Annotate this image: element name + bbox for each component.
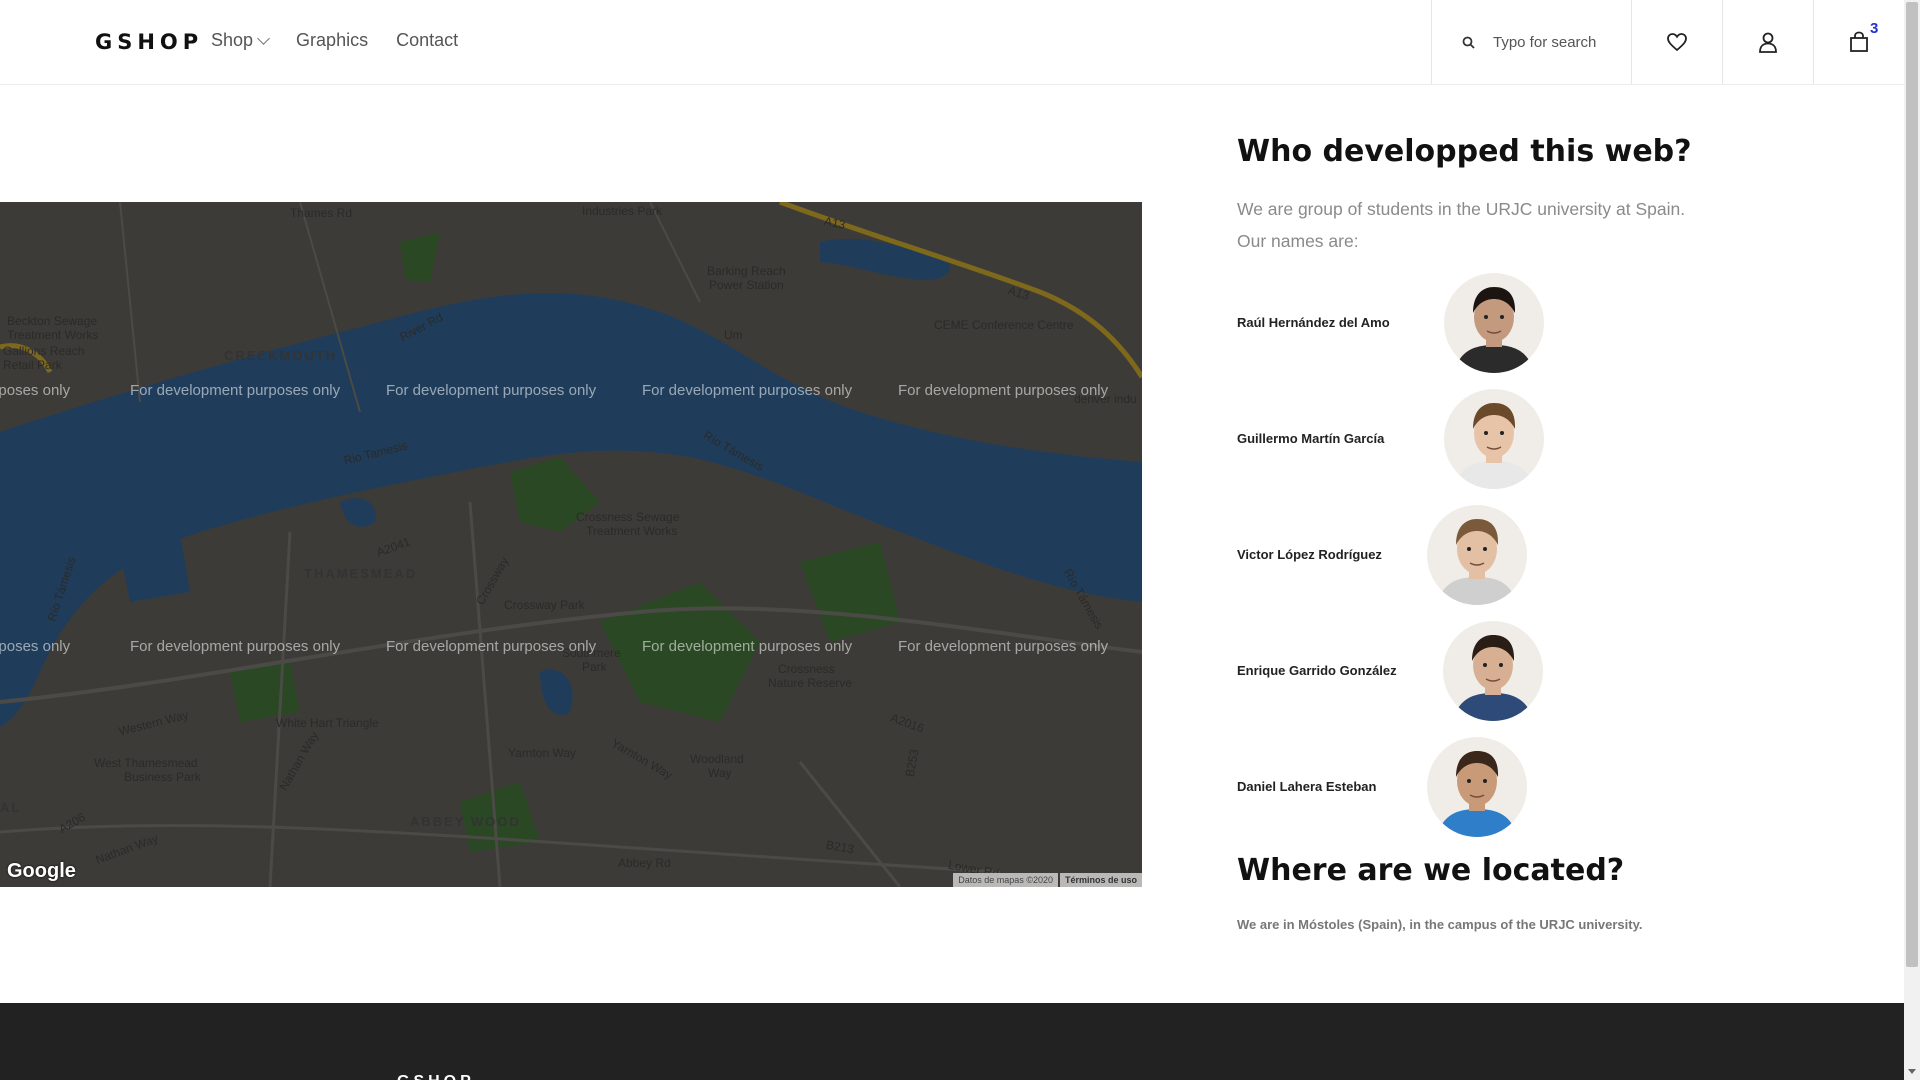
footer-logo: GSHOP — [397, 1073, 475, 1090]
user-icon — [1759, 32, 1777, 53]
map-label: Crossness Sewage — [576, 510, 680, 524]
map-label: Way — [708, 766, 732, 780]
map-label: Business Park — [124, 770, 201, 784]
nav-contact[interactable]: Contact — [396, 30, 458, 51]
site-header: GSHOP Shop Graphics Contact Typo for sea… — [0, 0, 1904, 85]
nav-contact-label: Contact — [396, 30, 459, 50]
about-intro-line1: We are group of students in the URJC uni… — [1237, 199, 1686, 219]
map-label: West Thamesmead — [94, 756, 198, 770]
map-label: White Hart Triangle — [276, 716, 379, 730]
cart-count-badge: 3 — [1870, 20, 1879, 37]
site-logo[interactable]: GSHOP — [95, 30, 203, 54]
map-watermark: For development purposes only — [386, 638, 597, 655]
map-watermark: For development purposes only — [386, 382, 597, 399]
map-label: ABBEY WOOD — [410, 814, 521, 829]
map-label: Abbey Rd — [618, 856, 671, 870]
developer-name: Victor López Rodríguez — [1237, 547, 1382, 562]
search-input[interactable] — [1491, 32, 1625, 52]
shopping-bag-icon — [1850, 31, 1868, 52]
map-terms-link[interactable]: Términos de uso — [1059, 873, 1142, 887]
map-attribution: Datos de mapas ©2020 Términos de uso — [953, 873, 1142, 887]
main-nav: Shop Graphics Contact — [211, 30, 458, 51]
map-label: Treatment Works — [586, 524, 678, 538]
nav-shop[interactable]: Shop — [211, 30, 270, 51]
chevron-down-icon — [257, 31, 270, 45]
map-label: Woodland — [690, 752, 744, 766]
google-logo: Google — [7, 860, 76, 882]
location-text: We are in Móstoles (Spain), in the campu… — [1237, 917, 1643, 932]
developer-name: Enrique Garrido González — [1237, 663, 1397, 678]
account-button[interactable] — [1722, 0, 1813, 84]
developer-item: Victor López Rodríguez — [1237, 505, 1637, 605]
developer-name: Daniel Lahera Esteban — [1237, 779, 1377, 794]
about-title: Who developped this web? — [1237, 134, 1692, 169]
location-title: Where are we located? — [1237, 853, 1625, 888]
developer-avatar — [1443, 621, 1543, 721]
developer-item: Daniel Lahera Esteban — [1237, 737, 1637, 837]
map-watermark: For development purposes only — [642, 382, 853, 399]
map-label: CEME Conference Centre — [934, 318, 1074, 332]
map-data-credit: Datos de mapas ©2020 — [953, 873, 1058, 887]
scrollbar-thumb[interactable] — [1906, 2, 1918, 967]
map-watermark: For development purposes only — [0, 382, 71, 399]
map-label: Barking Reach — [707, 264, 786, 278]
map-label: Treatment Works — [7, 328, 99, 342]
map-label: Beckton Sewage — [7, 314, 98, 328]
nav-graphics-label: Graphics — [296, 30, 369, 50]
map-label: Crossness — [778, 662, 835, 676]
developer-avatar — [1444, 273, 1544, 373]
search-box — [1431, 0, 1631, 84]
developer-avatar — [1444, 389, 1544, 489]
map-label: Park — [582, 660, 607, 674]
developer-item: Guillermo Martín García — [1237, 389, 1637, 489]
map-label: AL — [0, 800, 22, 815]
map-label: Power Station — [709, 278, 784, 292]
developer-avatar — [1427, 737, 1527, 837]
page-scrollbar[interactable] — [1904, 0, 1920, 1080]
google-map[interactable]: Thames Rd Industries Park A13 A13 Barkin… — [0, 202, 1142, 887]
developer-name: Raúl Hernández del Amo — [1237, 315, 1390, 330]
map-label: Gallions Reach — [3, 344, 85, 358]
nav-shop-label: Shop — [211, 30, 254, 50]
search-icon[interactable] — [1462, 36, 1475, 49]
developer-name: Guillermo Martín García — [1237, 431, 1385, 446]
map-label: CREEKMOUTH — [224, 348, 338, 363]
map-label: Crossway Park — [504, 598, 585, 612]
map-watermark: For development purposes only — [898, 638, 1109, 655]
heart-icon — [1667, 33, 1687, 52]
wishlist-button[interactable] — [1631, 0, 1722, 84]
map-label: Retail Park — [3, 358, 62, 372]
site-footer: GSHOP — [0, 1003, 1904, 1090]
map-watermark: For development purposes only — [130, 638, 341, 655]
developer-avatar — [1427, 505, 1527, 605]
header-actions: 3 — [1431, 0, 1904, 84]
map-label: Thames Rd — [290, 206, 353, 220]
developer-item: Raúl Hernández del Amo — [1237, 273, 1637, 373]
nav-graphics[interactable]: Graphics — [296, 30, 368, 51]
map-watermark: For development purposes only — [898, 382, 1109, 399]
scroll-down-arrow[interactable] — [1908, 1069, 1916, 1074]
map-watermark: For development purposes only — [642, 638, 853, 655]
map-dev-overlay — [0, 202, 1142, 887]
map-label: Industries Park — [582, 204, 663, 218]
map-watermark: For development purposes only — [130, 382, 341, 399]
cart-button[interactable]: 3 — [1813, 0, 1904, 84]
developer-item: Enrique Garrido González — [1237, 621, 1637, 721]
map-watermark: For development purposes only — [0, 638, 71, 655]
map-label: Nature Reserve — [768, 676, 853, 690]
about-intro-line2: Our names are: — [1237, 231, 1359, 251]
map-label: Yarnton Way — [508, 746, 577, 760]
map-label: THAMESMEAD — [304, 566, 418, 581]
map-label: Um — [724, 328, 743, 342]
